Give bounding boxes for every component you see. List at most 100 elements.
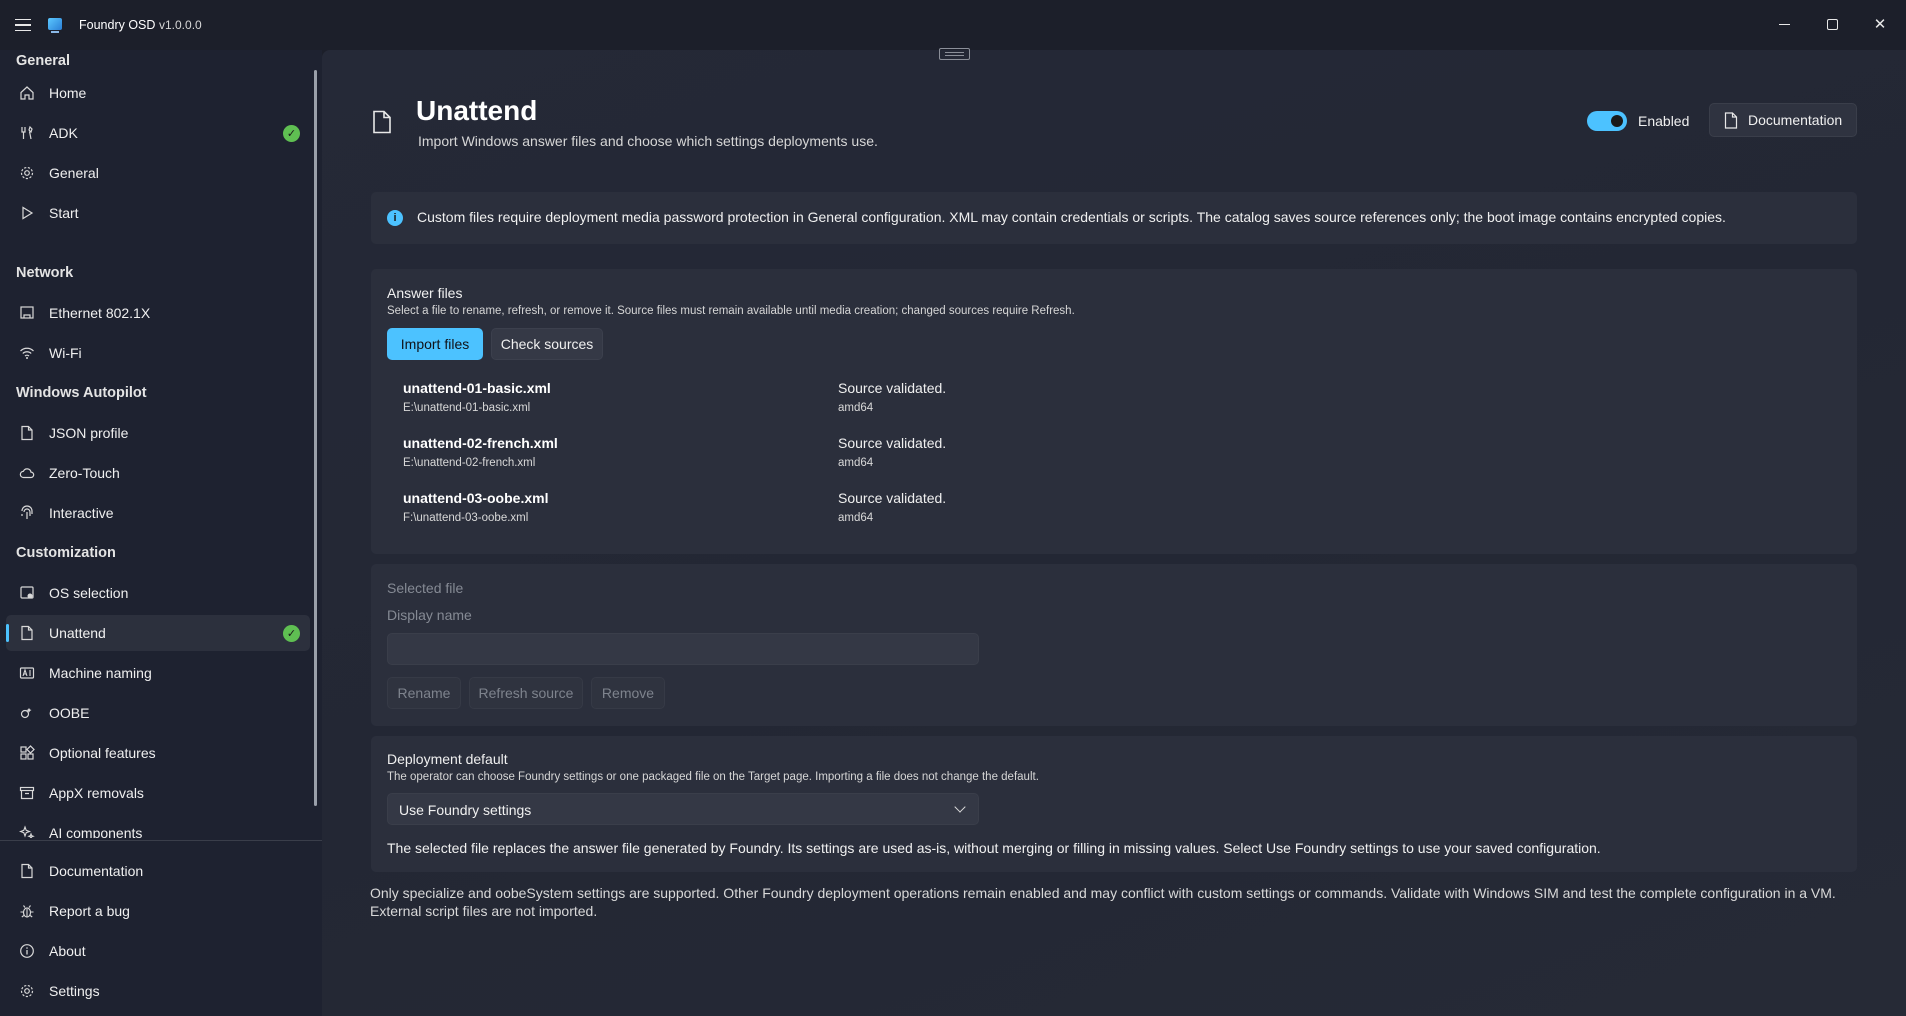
sidebar-item-label: JSON profile [49,425,129,441]
sidebar-item-wifi[interactable]: Wi-Fi [6,335,310,371]
deployment-default-description: The operator can choose Foundry settings… [387,771,1039,783]
sidebar-item-ai-components[interactable]: AI components [6,815,310,838]
deployment-default-title: Deployment default [387,751,508,767]
sidebar-item-about[interactable]: About [6,933,310,969]
minimize-button[interactable] [1761,8,1807,40]
sidebar-item-adk[interactable]: ADK ✓ [6,115,310,151]
app-title: Foundry OSD [79,18,156,32]
file-list-item[interactable]: unattend-03-oobe.xml F:\unattend-03-oobe… [387,484,1841,536]
sidebar-item-label: AI components [49,825,143,838]
selected-file-title: Selected file [387,580,464,596]
tools-icon [18,124,36,142]
sidebar-scrollbar[interactable] [314,70,317,806]
sidebar-item-label: Wi-Fi [49,345,82,361]
sidebar-item-optional-features[interactable]: Optional features [6,735,310,771]
sidebar: General Home ADK ✓ General Start Network… [0,50,322,1016]
documentation-button-label: Documentation [1748,112,1843,128]
sidebar-item-label: Machine naming [49,665,152,681]
home-icon [18,84,36,102]
file-list-item[interactable]: unattend-01-basic.xml E:\unattend-01-bas… [387,374,1841,426]
sidebar-item-label: OS selection [49,585,129,601]
refresh-source-button[interactable]: Refresh source [469,677,583,709]
sidebar-item-settings[interactable]: Settings [6,973,310,1009]
document-icon [18,424,36,442]
sidebar-item-machine-naming[interactable]: Machine naming [6,655,310,691]
sidebar-item-ethernet[interactable]: Ethernet 802.1X [6,295,310,331]
sidebar-item-label: General [49,165,99,181]
sidebar-item-home[interactable]: Home [6,75,310,111]
info-bar: i Custom files require deployment media … [371,192,1857,244]
info-text: Custom files require deployment media pa… [417,209,1726,225]
close-button[interactable]: ✕ [1857,8,1903,40]
import-files-button[interactable]: Import files [387,328,483,360]
sidebar-item-appx-removals[interactable]: AppX removals [6,775,310,811]
toggle-label: Enabled [1638,113,1690,129]
info-icon [18,942,36,960]
answer-files-title: Answer files [387,285,463,301]
sidebar-item-label: Home [49,85,87,101]
file-architecture: amd64 [838,402,874,414]
sidebar-item-os-selection[interactable]: OS selection [6,575,310,611]
file-name: unattend-03-oobe.xml [403,490,549,506]
deployment-default-dropdown[interactable]: Use Foundry settings [387,793,979,825]
checkmark-icon: ✓ [283,624,300,642]
hamburger-menu-icon[interactable] [12,14,34,36]
sidebar-item-label: OOBE [49,705,90,721]
checkmark-icon: ✓ [283,124,300,142]
enabled-toggle[interactable] [1587,111,1627,131]
app-version: v1.0.0.0 [159,18,202,32]
sidebar-item-unattend[interactable]: Unattend ✓ [6,615,310,651]
sidebar-item-label: Unattend [49,625,106,641]
sidebar-item-oobe[interactable]: OOBE [6,695,310,731]
file-status: Source validated. [838,435,947,451]
display-name-input[interactable] [387,633,979,665]
sidebar-item-label: Documentation [49,863,144,879]
page-document-icon [373,110,391,134]
deployment-default-note: The selected file replaces the answer fi… [387,840,1601,856]
sidebar-item-label: About [49,943,86,959]
sparkle-icon [18,824,36,838]
footer-note: Only specialize and oobeSystem settings … [370,885,1836,919]
check-sources-button[interactable]: Check sources [491,328,603,360]
sidebar-item-json-profile[interactable]: JSON profile [6,415,310,451]
file-name: unattend-01-basic.xml [403,380,551,396]
document-icon [18,624,36,642]
display-name-label: Display name [387,607,472,623]
chevron-down-icon [954,801,966,813]
sidebar-item-label: Interactive [49,505,114,521]
file-path: E:\unattend-02-french.xml [403,457,536,469]
naming-icon [18,664,36,682]
sidebar-item-interactive[interactable]: Interactive [6,495,310,531]
documentation-button[interactable]: Documentation [1709,103,1857,137]
answer-files-card: Answer files Select a file to rename, re… [371,269,1857,554]
title-bar: Foundry OSD v1.0.0.0 ✕ [0,0,1906,50]
selected-file-card: Selected file Display name Rename Refres… [371,564,1857,726]
sidebar-item-general[interactable]: General [6,155,310,191]
sidebar-item-zero-touch[interactable]: Zero-Touch [6,455,310,491]
gear-icon [18,164,36,182]
file-path: F:\unattend-03-oobe.xml [403,512,529,524]
file-status: Source validated. [838,380,947,396]
rename-button[interactable]: Rename [387,677,461,709]
file-list-item[interactable]: unattend-02-french.xml E:\unattend-02-fr… [387,429,1841,481]
maximize-icon [1826,18,1838,30]
sidebar-nav: General Home ADK ✓ General Start Network… [0,50,322,838]
sidebar-item-report-bug[interactable]: Report a bug [6,893,310,929]
archive-icon [18,784,36,802]
sidebar-item-start[interactable]: Start [6,195,310,231]
deployment-default-card: Deployment default The operator can choo… [371,736,1857,872]
sidebar-item-label: Settings [49,983,100,999]
remove-button[interactable]: Remove [591,677,665,709]
file-name: unattend-02-french.xml [403,435,558,451]
document-icon [18,862,36,880]
file-architecture: amd64 [838,512,874,524]
file-path: E:\unattend-01-basic.xml [403,402,531,414]
grid-icon [18,744,36,762]
maximize-button[interactable] [1809,8,1855,40]
drag-handle[interactable] [939,48,970,60]
sidebar-item-documentation[interactable]: Documentation [6,853,310,889]
document-icon [1724,112,1738,129]
sidebar-item-label: ADK [49,125,78,141]
sidebar-item-label: AppX removals [49,785,144,801]
sidebar-item-label: Optional features [49,745,156,761]
